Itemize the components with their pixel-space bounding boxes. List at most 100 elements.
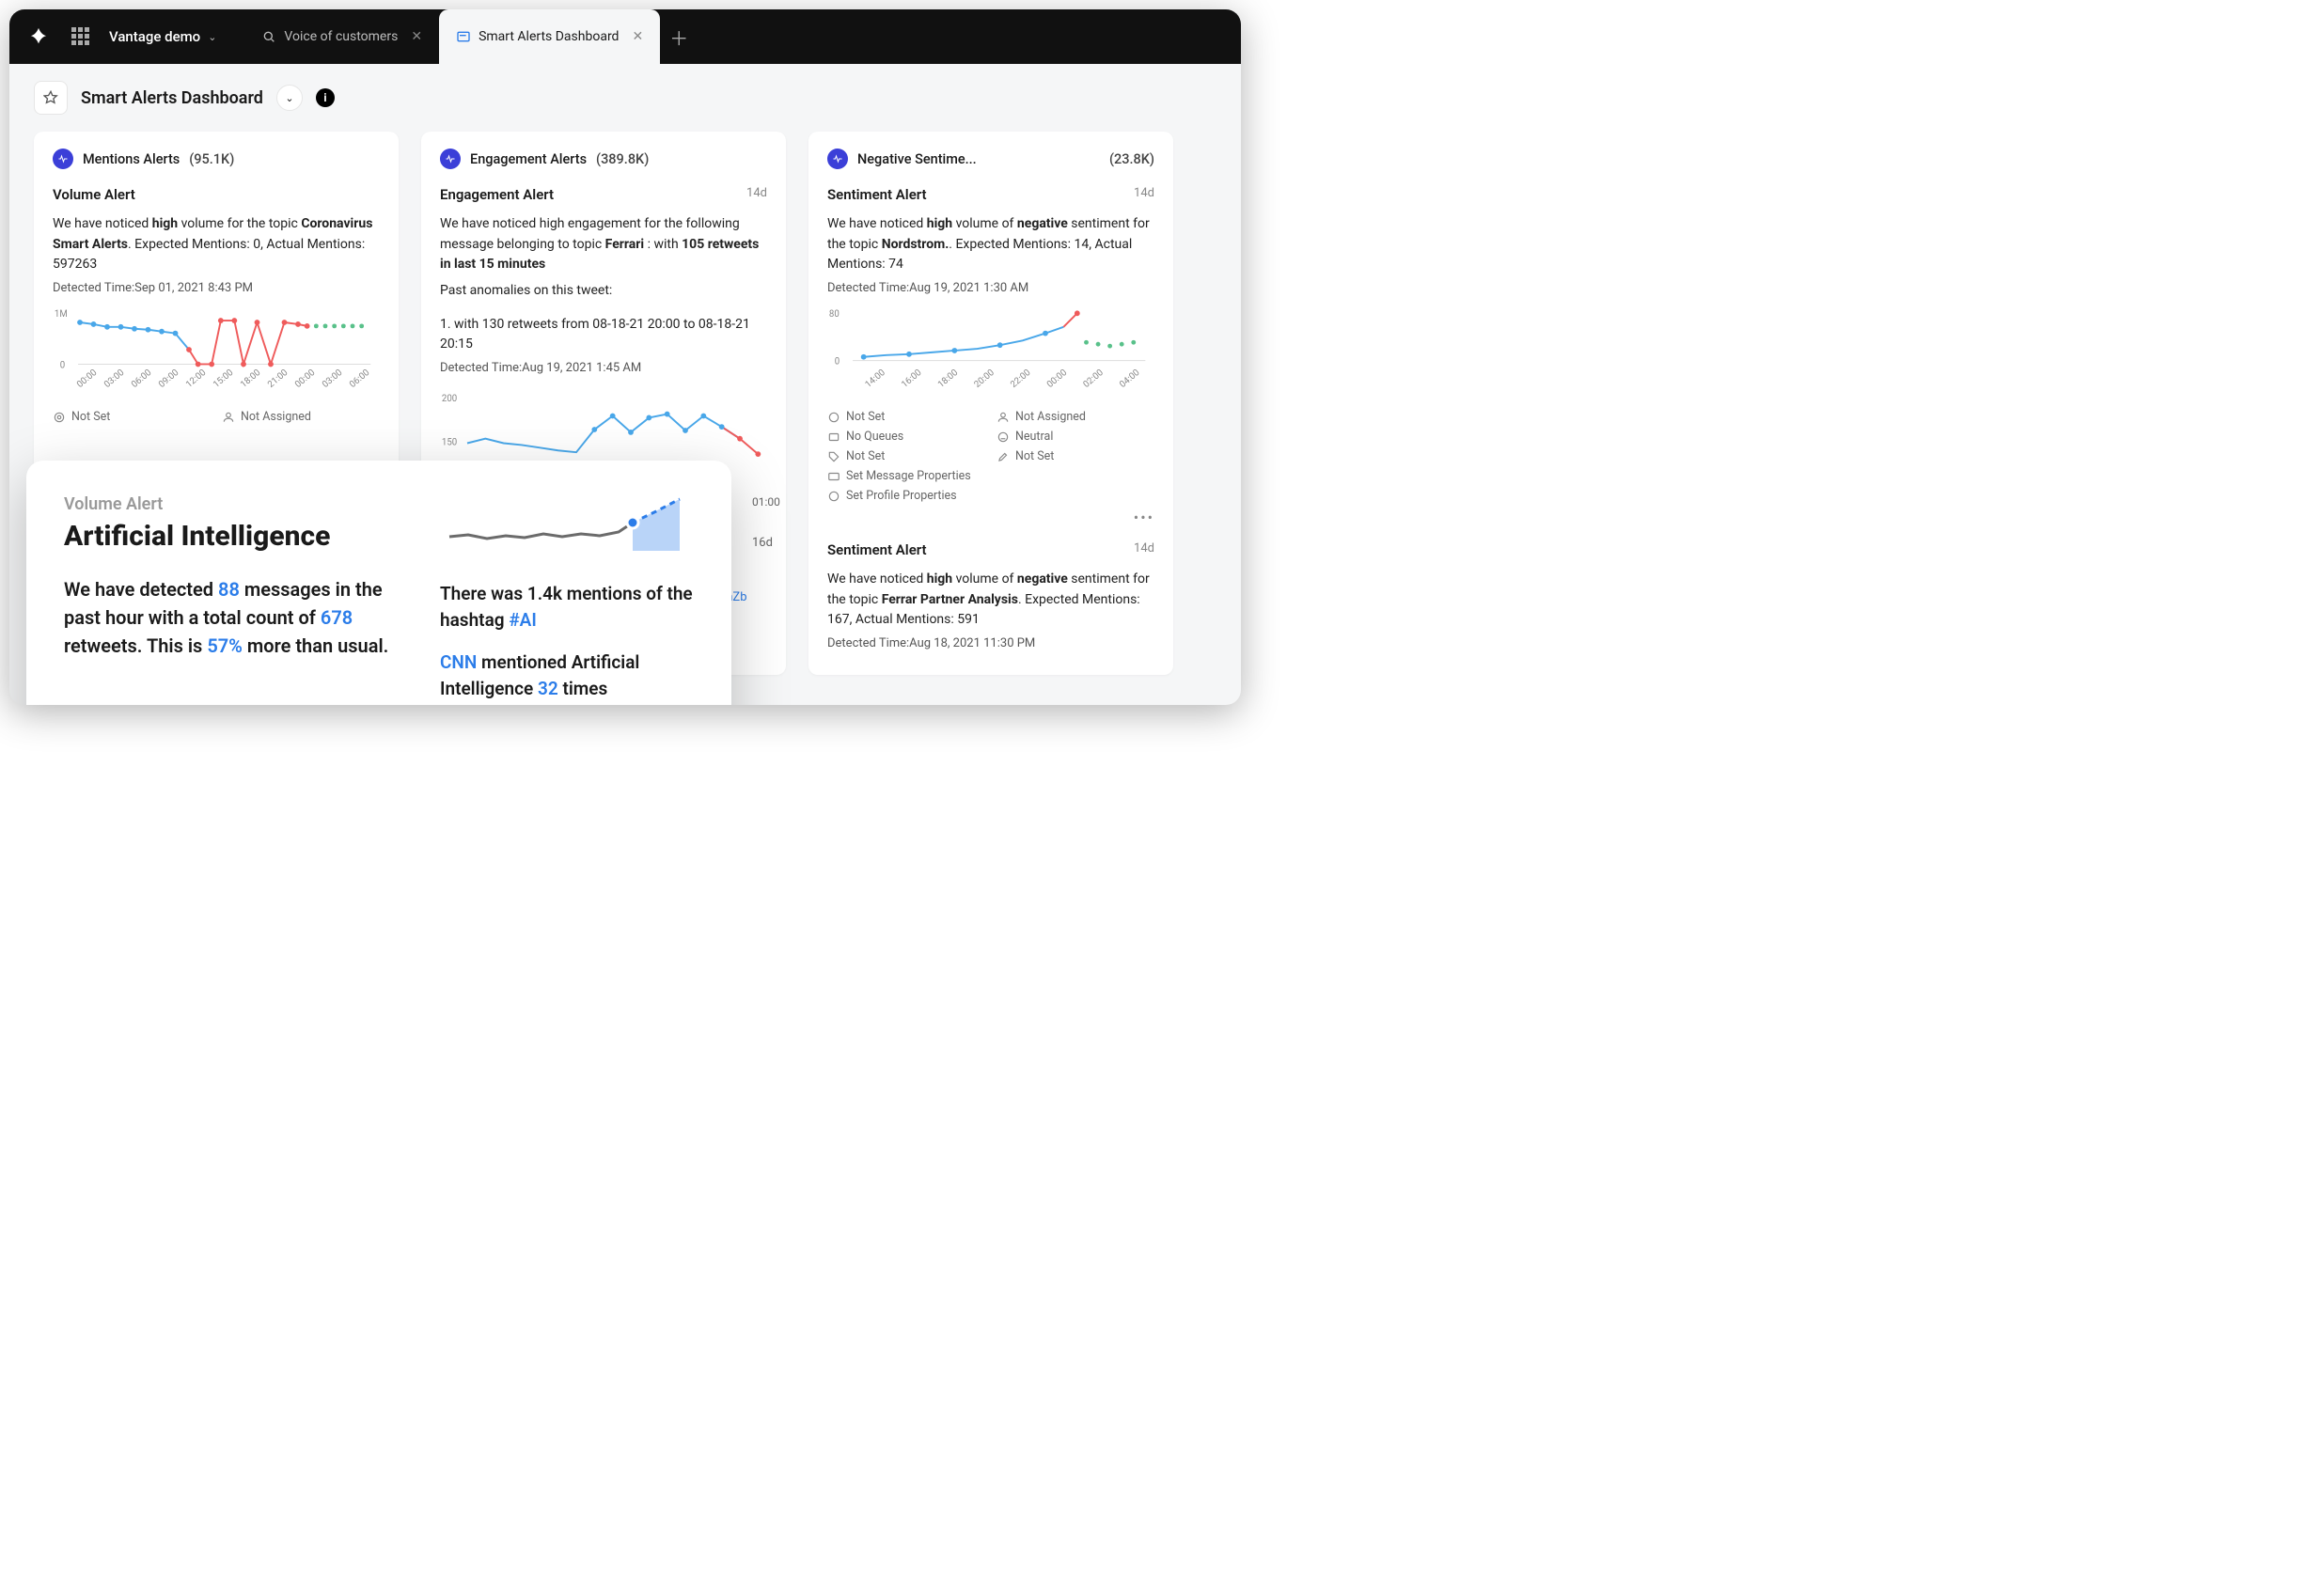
person-icon: [997, 411, 1010, 424]
overlay-right: There was 1.4k mentions of the hashtag #…: [440, 494, 694, 705]
svg-text:03:00: 03:00: [321, 368, 344, 390]
meta-item[interactable]: Not Set: [827, 410, 985, 424]
action-set-profile[interactable]: Set Profile Properties: [827, 489, 1154, 503]
meta-item[interactable]: Not Set: [997, 449, 1154, 463]
svg-text:14:00: 14:00: [863, 368, 887, 390]
title-dropdown[interactable]: ⌄: [276, 85, 303, 111]
chevron-down-icon: ⌄: [208, 31, 216, 43]
meta-item[interactable]: Not Set: [827, 449, 985, 463]
svg-text:200: 200: [442, 394, 457, 404]
card-title: Negative Sentime...: [857, 151, 977, 167]
detected-time: Detected Time:Aug 19, 2021 1:45 AM: [440, 361, 767, 375]
action-set-message[interactable]: Set Message Properties: [827, 469, 1154, 483]
svg-text:15:00: 15:00: [212, 368, 235, 390]
alert-body: We have noticed high volume of negative …: [827, 570, 1154, 631]
app-window: Vantage demo ⌄ Voice of customers ✕ Smar…: [9, 9, 1241, 705]
new-tab-button[interactable]: ＋: [660, 9, 698, 64]
meta-grid: Not Set Not Assigned No Queues Neutral N…: [827, 410, 1154, 463]
meta-item[interactable]: Neutral: [997, 430, 1154, 444]
voice-tab-icon: [261, 29, 276, 44]
svg-text:20:00: 20:00: [972, 368, 996, 390]
card-count: (389.8K): [596, 151, 649, 167]
alert-title: Sentiment Alert: [827, 541, 927, 558]
pulse-icon: [827, 149, 848, 169]
svg-text:0: 0: [60, 360, 65, 370]
apps-grid-icon[interactable]: [71, 27, 90, 46]
topbar: Vantage demo ⌄ Voice of customers ✕ Smar…: [9, 9, 1241, 64]
rocket-icon: [997, 450, 1010, 463]
tab-label: Voice of customers: [284, 29, 398, 44]
meta-item[interactable]: Not Assigned: [997, 410, 1154, 424]
overlay-left: Volume Alert Artificial Intelligence We …: [64, 494, 402, 705]
svg-text:00:00: 00:00: [293, 368, 317, 390]
svg-text:21:00: 21:00: [266, 368, 290, 390]
close-icon[interactable]: ✕: [411, 29, 422, 44]
overlay-body: We have detected 88 messages in the past…: [64, 575, 402, 660]
chevron-down-icon: ⌄: [285, 92, 293, 104]
mail-icon: [827, 470, 840, 483]
svg-text:18:00: 18:00: [936, 368, 960, 390]
svg-text:16:00: 16:00: [900, 368, 923, 390]
overlay-title: Artificial Intelligence: [64, 520, 402, 553]
workspace-switcher[interactable]: Vantage demo ⌄: [109, 28, 216, 45]
alert-title: Volume Alert: [53, 186, 135, 203]
card-header: Engagement Alerts (389.8K): [440, 149, 767, 169]
tab-smart-alerts[interactable]: Smart Alerts Dashboard ✕: [439, 9, 660, 64]
star-icon: [43, 90, 58, 105]
target-icon: [827, 411, 840, 424]
overlay-stat-1: There was 1.4k mentions of the hashtag #…: [440, 581, 694, 633]
person-icon: [222, 411, 235, 424]
meta-item[interactable]: Not Assigned: [222, 410, 380, 424]
alerts-tab-icon: [456, 29, 471, 44]
svg-text:00:00: 00:00: [1045, 368, 1069, 390]
stray-time-label: 01:00: [752, 495, 780, 509]
meta-grid: Not Set Not Assigned: [53, 410, 380, 424]
alert-body: We have noticed high volume for the topi…: [53, 214, 380, 275]
svg-text:04:00: 04:00: [1118, 368, 1141, 390]
pulse-icon: [440, 149, 461, 169]
svg-text:18:00: 18:00: [239, 368, 262, 390]
stray-age-label: 16d: [752, 536, 773, 550]
tab-voice-of-customers[interactable]: Voice of customers ✕: [244, 9, 439, 64]
star-button[interactable]: [34, 81, 68, 115]
svg-text:06:00: 06:00: [348, 368, 371, 390]
overlay-sparkline: [440, 494, 694, 560]
card-negative-sentiment: Negative Sentime... (23.8K) Sentiment Al…: [808, 132, 1173, 675]
alert-anomaly: 1. with 130 retweets from 08-18-21 20:00…: [440, 315, 767, 355]
svg-text:22:00: 22:00: [1009, 368, 1032, 390]
alert-body: We have noticed high volume of negative …: [827, 214, 1154, 275]
alert-age: 14d: [1134, 186, 1154, 203]
workspace-name: Vantage demo: [109, 28, 200, 45]
meta-item[interactable]: No Queues: [827, 430, 985, 444]
overlay-subtitle: Volume Alert: [64, 494, 402, 514]
close-icon[interactable]: ✕: [632, 29, 643, 44]
svg-text:0: 0: [835, 357, 840, 368]
detected-time: Detected Time:Aug 19, 2021 1:30 AM: [827, 281, 1154, 295]
brand-logo-icon[interactable]: [26, 24, 51, 49]
detected-time: Detected Time:Aug 18, 2021 11:30 PM: [827, 636, 1154, 650]
alert-title: Engagement Alert: [440, 186, 554, 203]
card-header: Negative Sentime... (23.8K): [827, 149, 1154, 169]
svg-text:150: 150: [442, 438, 457, 448]
more-menu[interactable]: •••: [827, 509, 1154, 526]
profile-icon: [827, 490, 840, 503]
tag-icon: [827, 450, 840, 463]
tab-label: Smart Alerts Dashboard: [479, 29, 619, 44]
detected-time: Detected Time:Sep 01, 2021 8:43 PM: [53, 281, 380, 295]
svg-text:12:00: 12:00: [184, 368, 208, 390]
svg-text:09:00: 09:00: [157, 368, 180, 390]
pulse-icon: [53, 149, 73, 169]
svg-text:1M: 1M: [55, 309, 68, 320]
alert-age: 14d: [1134, 541, 1154, 558]
info-button[interactable]: i: [316, 88, 335, 107]
queue-icon: [827, 430, 840, 444]
alert-age: 14d: [746, 186, 767, 203]
svg-text:03:00: 03:00: [102, 368, 126, 390]
overlay-stat-2: CNN mentioned Artificial Intelligence 32…: [440, 649, 694, 701]
info-icon: i: [323, 91, 326, 104]
alert-body: We have noticed high engagement for the …: [440, 214, 767, 275]
page-header: Smart Alerts Dashboard ⌄ i: [9, 64, 1241, 132]
page-title: Smart Alerts Dashboard: [81, 88, 263, 108]
mentions-chart: 1M 0 00:00 03:00 06:00 09:00 12:00 15:00: [53, 303, 380, 397]
meta-item[interactable]: Not Set: [53, 410, 211, 424]
